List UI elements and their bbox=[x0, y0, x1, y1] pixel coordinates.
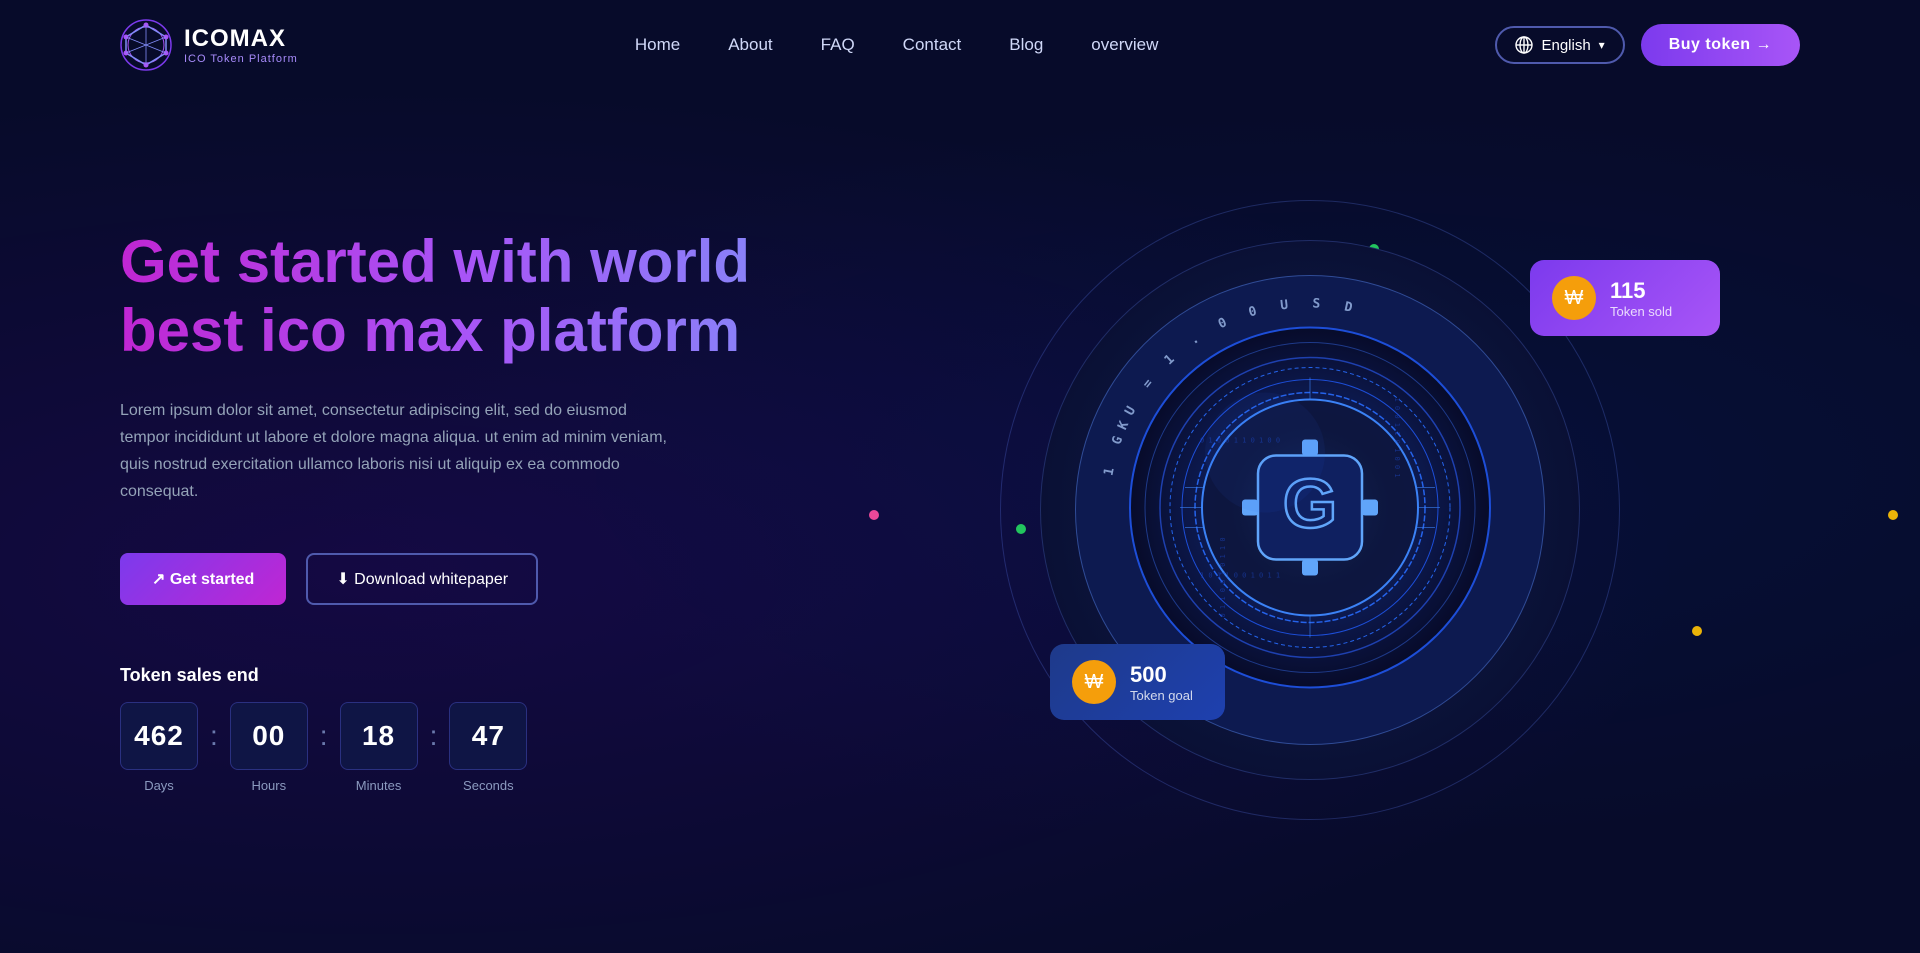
nav-overview[interactable]: overview bbox=[1091, 35, 1158, 55]
svg-text:1 GKU = 1 . 0 0 U S D: 1 GKU = 1 . 0 0 U S D bbox=[1102, 296, 1362, 477]
get-started-button[interactable]: ↗ Get started bbox=[120, 553, 286, 605]
hero-title: Get started with world best ico max plat… bbox=[120, 227, 820, 365]
days-value: 462 bbox=[120, 702, 198, 770]
hero-left: Get started with world best ico max plat… bbox=[120, 227, 820, 794]
minutes-unit: Minutes bbox=[356, 778, 402, 793]
token-sold-card: ₩ 115 Token sold bbox=[1530, 260, 1720, 336]
nav-contact[interactable]: Contact bbox=[903, 35, 962, 55]
token-goal-number: 500 bbox=[1130, 662, 1193, 688]
buy-token-button[interactable]: Buy token → bbox=[1641, 24, 1800, 66]
nav-links: Home About FAQ Contact Blog overview bbox=[635, 35, 1159, 55]
navbar: ICOMAX ICO Token Platform Home About FAQ… bbox=[0, 0, 1920, 90]
token-sold-info: 115 Token sold bbox=[1610, 278, 1672, 319]
dot-yellow-2 bbox=[1692, 626, 1702, 636]
separator-3: : bbox=[426, 720, 442, 752]
token-sold-label: Token sold bbox=[1610, 304, 1672, 319]
language-selector[interactable]: English ▾ bbox=[1495, 26, 1624, 64]
language-label: English bbox=[1541, 37, 1590, 54]
hero-buttons: ↗ Get started ⬇ Download whitepaper bbox=[120, 553, 820, 605]
hero-description: Lorem ipsum dolor sit amet, consectetur … bbox=[120, 397, 680, 506]
countdown-days: 462 Days bbox=[120, 702, 198, 793]
globe-icon bbox=[1515, 36, 1533, 54]
minutes-value: 18 bbox=[340, 702, 418, 770]
brand-name: ICOMAX bbox=[184, 25, 298, 53]
token-sold-icon: ₩ bbox=[1552, 276, 1596, 320]
days-unit: Days bbox=[144, 778, 174, 793]
arc-text-value: 1 GKU = 1 . 0 0 U S D bbox=[1102, 296, 1362, 477]
nav-right: English ▾ Buy token → bbox=[1495, 24, 1800, 66]
hero-right: 1 GKU = 1 . 0 0 U S D bbox=[820, 160, 1800, 860]
seconds-value: 47 bbox=[449, 702, 527, 770]
token-sales-section: Token sales end 462 Days : 00 Hours : 18… bbox=[120, 665, 820, 793]
brand-subtitle: ICO Token Platform bbox=[184, 53, 298, 65]
chevron-down-icon: ▾ bbox=[1599, 38, 1605, 52]
token-goal-icon: ₩ bbox=[1072, 660, 1116, 704]
countdown-hours: 00 Hours bbox=[230, 702, 308, 793]
hero-section: Get started with world best ico max plat… bbox=[0, 90, 1920, 910]
hours-value: 00 bbox=[230, 702, 308, 770]
countdown: 462 Days : 00 Hours : 18 Minutes : 47 Se… bbox=[120, 702, 820, 793]
countdown-seconds: 47 Seconds bbox=[449, 702, 527, 793]
dot-pink bbox=[869, 510, 879, 520]
download-whitepaper-button[interactable]: ⬇ Download whitepaper bbox=[306, 553, 538, 605]
logo-text: ICOMAX ICO Token Platform bbox=[184, 25, 298, 65]
logo-icon bbox=[120, 19, 172, 71]
separator-2: : bbox=[316, 720, 332, 752]
token-goal-card: ₩ 500 Token goal bbox=[1050, 644, 1225, 720]
hours-unit: Hours bbox=[251, 778, 286, 793]
coin-container: 1 GKU = 1 . 0 0 U S D bbox=[1000, 200, 1620, 820]
nav-about[interactable]: About bbox=[728, 35, 772, 55]
token-goal-info: 500 Token goal bbox=[1130, 662, 1193, 703]
token-goal-label: Token goal bbox=[1130, 688, 1193, 703]
token-sales-label: Token sales end bbox=[120, 665, 820, 686]
seconds-unit: Seconds bbox=[463, 778, 514, 793]
logo[interactable]: ICOMAX ICO Token Platform bbox=[120, 19, 298, 71]
token-sold-number: 115 bbox=[1610, 278, 1672, 304]
dot-yellow-1 bbox=[1888, 510, 1898, 520]
nav-home[interactable]: Home bbox=[635, 35, 680, 55]
countdown-minutes: 18 Minutes bbox=[340, 702, 418, 793]
nav-blog[interactable]: Blog bbox=[1009, 35, 1043, 55]
separator-1: : bbox=[206, 720, 222, 752]
nav-faq[interactable]: FAQ bbox=[821, 35, 855, 55]
